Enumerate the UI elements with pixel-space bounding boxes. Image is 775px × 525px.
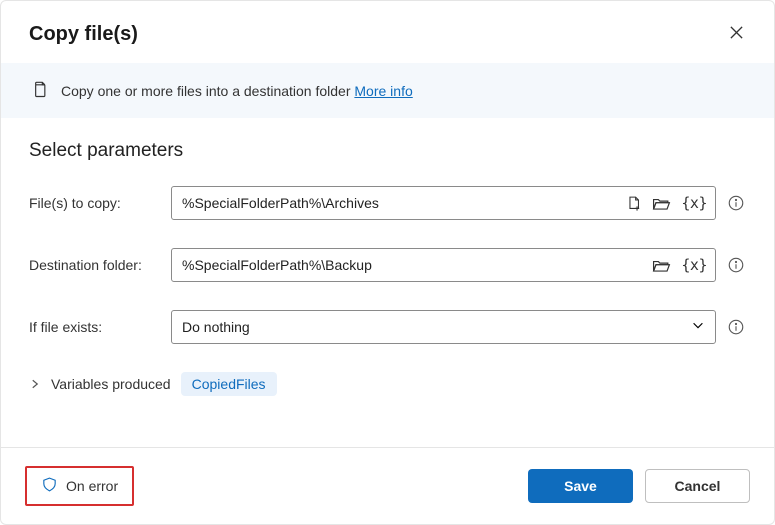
variables-produced-toggle[interactable] (29, 378, 41, 390)
destination-folder-input-wrap[interactable]: {x} (171, 248, 716, 282)
save-button[interactable]: Save (528, 469, 633, 503)
destination-folder-label: Destination folder: (29, 257, 161, 273)
variable-chip-copiedfiles[interactable]: CopiedFiles (181, 372, 277, 396)
section-title: Select parameters (29, 140, 746, 162)
select-file-icon[interactable] (625, 195, 642, 212)
info-icon[interactable] (726, 255, 746, 275)
if-file-exists-value: Do nothing (182, 319, 691, 335)
on-error-label: On error (66, 478, 118, 494)
dialog-title: Copy file(s) (29, 23, 138, 46)
info-icon[interactable] (726, 317, 746, 337)
if-file-exists-select[interactable]: Do nothing (171, 310, 716, 344)
close-button[interactable] (723, 19, 750, 49)
chevron-down-icon (691, 318, 705, 337)
more-info-link[interactable]: More info (354, 83, 412, 99)
cancel-button[interactable]: Cancel (645, 469, 750, 503)
variable-picker-icon[interactable]: {x} (681, 256, 707, 274)
close-icon (729, 25, 744, 43)
info-bar: Copy one or more files into a destinatio… (1, 63, 774, 118)
variable-picker-icon[interactable]: {x} (681, 194, 707, 212)
files-to-copy-label: File(s) to copy: (29, 195, 161, 211)
variables-produced-label: Variables produced (51, 376, 171, 392)
files-to-copy-input[interactable] (182, 195, 625, 211)
browse-folder-icon[interactable] (652, 257, 671, 274)
if-file-exists-label: If file exists: (29, 319, 161, 335)
info-icon[interactable] (726, 193, 746, 213)
destination-folder-input[interactable] (182, 257, 652, 273)
browse-folder-icon[interactable] (652, 195, 671, 212)
files-to-copy-input-wrap[interactable]: {x} (171, 186, 716, 220)
copy-icon (29, 79, 49, 102)
shield-icon (41, 476, 58, 496)
on-error-button[interactable]: On error (25, 466, 134, 506)
info-text: Copy one or more files into a destinatio… (61, 83, 413, 99)
